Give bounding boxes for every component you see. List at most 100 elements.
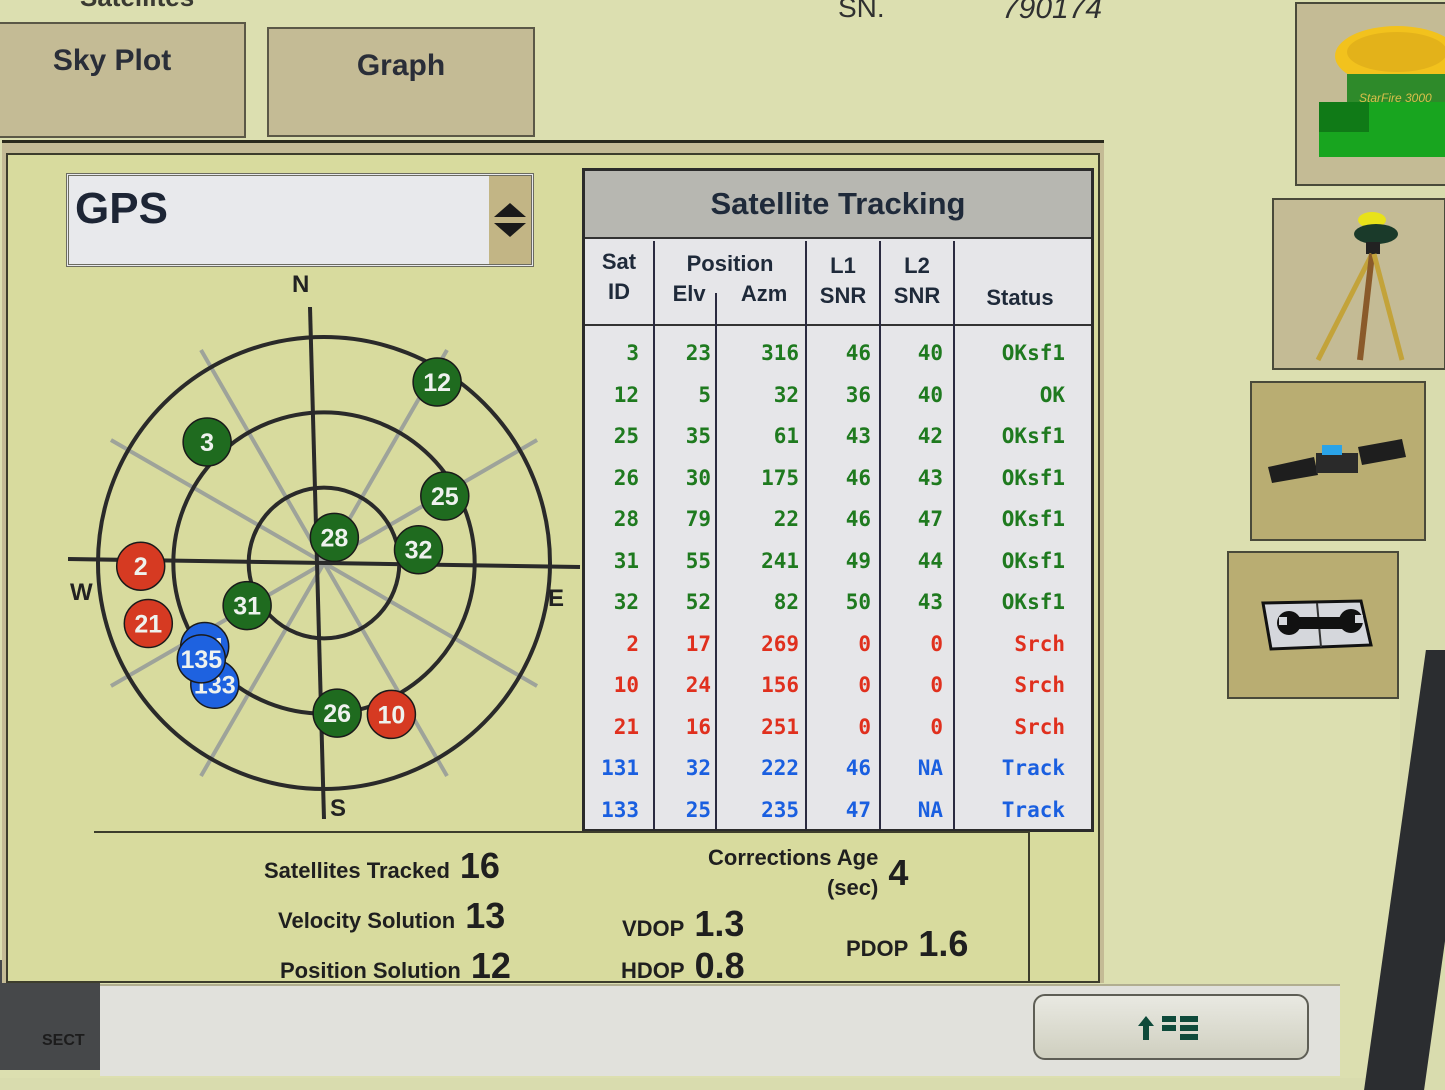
cell-elv: 23 [685, 341, 711, 365]
menu-button[interactable] [1033, 994, 1309, 1060]
chevron-up-icon[interactable] [494, 203, 526, 217]
cell-l2: 40 [917, 341, 943, 365]
cell-l1: 46 [845, 465, 871, 490]
cell-status: OKsf1 [1001, 341, 1065, 365]
cell-azm: 61 [773, 424, 799, 448]
cell-elv: 55 [685, 548, 711, 573]
sky-plot-canvas: 312252628313221021131133135 [67, 306, 581, 820]
cell-id: 12 [613, 382, 639, 407]
cell-elv: 25 [685, 797, 711, 822]
cell-l2: 43 [917, 465, 943, 490]
cell-azm: 251 [761, 714, 799, 739]
tab-label: Sky Plot [52, 44, 172, 77]
satellite-marker[interactable]: 31 [222, 580, 272, 631]
cell-azm: 235 [761, 797, 799, 822]
cell-status: Srch [1014, 631, 1065, 656]
cell-l2: 43 [917, 590, 943, 614]
receiver-button[interactable]: StarFire 3000 [1295, 2, 1445, 186]
table-row: 21 16 251 0 0 Srch [585, 715, 1085, 755]
satellite-marker[interactable]: 26 [312, 688, 362, 738]
satellite-tracking-table: Satellite Tracking Sat ID Position Elv Azm… [582, 168, 1094, 832]
cell-l2: 0 [930, 631, 943, 656]
cell-azm: 156 [761, 673, 799, 697]
cell-id: 25 [613, 424, 639, 448]
cell-azm: 241 [761, 548, 799, 573]
compass-west: W [70, 579, 93, 606]
list-menu-icon [1138, 1016, 1198, 1040]
constellation-spinner[interactable] [489, 176, 531, 264]
compass-east: E [548, 585, 565, 612]
base-station-button[interactable] [1272, 198, 1445, 370]
compass-south: S [330, 795, 347, 822]
cell-azm: 316 [761, 341, 799, 365]
cell-id: 131 [601, 756, 639, 780]
satellite-marker[interactable]: 21 [123, 598, 174, 649]
cell-id: 133 [601, 797, 639, 822]
cell-l2: 0 [930, 714, 943, 739]
satellite-label: 21 [134, 610, 162, 638]
tab-sky-plot[interactable]: Sky Plot [0, 22, 246, 138]
cell-elv: 52 [685, 590, 711, 614]
stat-satellites-tracked: Satellites Tracked 16 [264, 845, 500, 886]
cell-id: 3 [626, 341, 639, 365]
cell-l2: 44 [917, 548, 943, 573]
cell-status: OKsf1 [1001, 507, 1065, 531]
satellite-marker[interactable]: 32 [393, 524, 444, 575]
cell-l2: 42 [917, 424, 943, 448]
cell-elv: 24 [685, 673, 711, 697]
table-row: 25 35 61 43 42 OKsf1 [585, 424, 1085, 464]
header-status: Status [986, 285, 1054, 310]
cell-l1: 0 [858, 673, 871, 697]
manual-button[interactable] [1227, 551, 1399, 699]
chevron-down-icon[interactable] [494, 223, 526, 237]
satellite-label: 26 [323, 700, 351, 728]
satellite-label: 2 [134, 553, 148, 581]
cell-l1: 0 [858, 714, 871, 739]
table-row: 131 32 222 46 NA Track [585, 756, 1085, 796]
satellite-label: 28 [320, 524, 348, 552]
cell-l2: NA [917, 797, 943, 822]
cell-id: 21 [613, 714, 639, 739]
cell-status: OK [1039, 382, 1065, 407]
cell-id: 31 [613, 548, 639, 573]
tab-graph[interactable]: Graph [267, 27, 535, 137]
cell-status: OKsf1 [1001, 590, 1065, 614]
satellite-marker[interactable]: 2 [115, 541, 166, 591]
table-row: 3 23 316 46 40 OKsf1 [585, 341, 1085, 381]
cell-l1: 43 [845, 424, 871, 448]
satellite-marker[interactable]: 28 [309, 512, 360, 563]
cell-l1: 47 [845, 797, 871, 822]
satellite-marker[interactable]: 135 [176, 634, 227, 684]
satellite-marker[interactable]: 3 [182, 417, 232, 467]
cell-azm: 269 [761, 631, 799, 656]
cell-azm: 32 [773, 382, 799, 407]
stat-corrections-age: Corrections Age (sec) 4 [708, 845, 909, 900]
constellation-select[interactable]: GPS [66, 173, 534, 267]
cell-elv: 17 [685, 631, 711, 656]
stat-hdop: HDOP 0.8 [621, 945, 745, 986]
satellite-label: 12 [423, 369, 451, 397]
cell-elv: 79 [685, 507, 711, 531]
satellite-icon [1268, 439, 1406, 483]
solution-stats: Satellites Tracked 16 Velocity Solution 13… [94, 831, 1030, 986]
cell-status: Track [1001, 797, 1065, 822]
table-row: 32 52 82 50 43 OKsf1 [585, 590, 1085, 630]
satellite-label: 25 [431, 483, 459, 511]
stat-vdop: VDOP 1.3 [622, 903, 745, 944]
table-row: 10 24 156 0 0 Srch [585, 673, 1085, 713]
satellite-button[interactable] [1250, 381, 1426, 541]
cell-azm: 175 [761, 465, 799, 490]
cell-l1: 50 [845, 590, 871, 614]
satellite-marker[interactable]: 12 [412, 357, 462, 407]
cell-status: OKsf1 [1001, 424, 1065, 448]
satellite-label: 10 [378, 701, 406, 729]
cell-l2: 0 [930, 673, 943, 697]
cell-elv: 35 [685, 424, 711, 448]
cell-elv: 30 [685, 465, 711, 490]
satellite-marker[interactable]: 25 [420, 471, 470, 521]
header-l2-snr: L2 SNR [881, 241, 955, 323]
stat-velocity-solution: Velocity Solution 13 [278, 895, 506, 936]
cell-l1: 0 [858, 631, 871, 656]
tab-label: Graph [356, 49, 446, 82]
satellite-marker[interactable]: 10 [366, 689, 417, 740]
